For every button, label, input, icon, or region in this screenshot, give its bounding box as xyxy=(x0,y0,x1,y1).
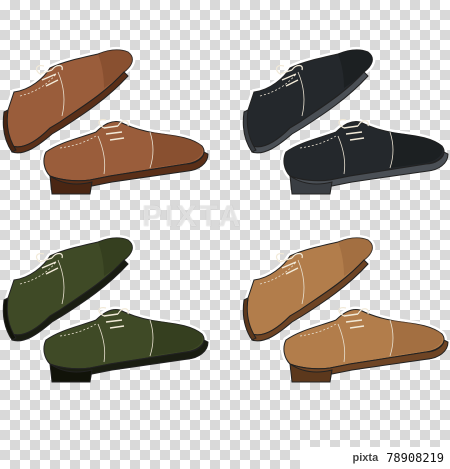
shoe-pair-black xyxy=(242,46,449,195)
shoe-illustration xyxy=(2,46,449,383)
stock-id-number: 78908219 xyxy=(386,451,444,465)
stock-brand-label: pixta xyxy=(352,452,379,464)
watermark-brand: PIXTA xyxy=(142,200,244,233)
tan-front-shoe xyxy=(280,306,449,383)
brown-front-shoe xyxy=(40,118,209,195)
stock-id-strip: pixta 78908219 xyxy=(300,447,450,469)
shoe-pair-tan xyxy=(242,234,449,383)
shoe-pair-olive xyxy=(2,234,209,383)
black-front-shoe xyxy=(280,118,449,195)
shoe-pair-brown xyxy=(2,46,209,195)
olive-front-shoe xyxy=(40,306,209,383)
